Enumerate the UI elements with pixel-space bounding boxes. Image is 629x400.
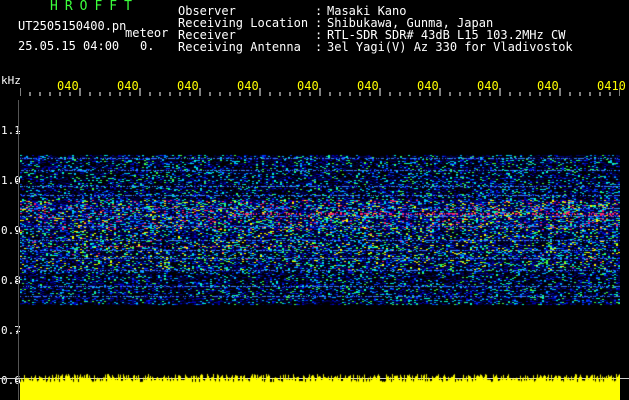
info-label-antenna: Receiving Antenna [178, 40, 301, 54]
spectrogram-waterfall[interactable] [20, 100, 620, 370]
power-canvas [20, 370, 620, 400]
readout-value: 0. [140, 39, 155, 53]
hrofft-window: HROFFT UT2505150400.pn meteor 25.05.15 0… [0, 0, 629, 400]
info-colon: : [315, 40, 323, 54]
app-brand: HROFFT [50, 0, 139, 14]
detection-tag: meteor [125, 26, 169, 40]
signal-power-strip [20, 370, 620, 400]
x-tick-marks [20, 88, 620, 96]
recording-datetime: 25.05.15 04:00 [18, 39, 120, 53]
y-axis-line [18, 100, 19, 400]
spectrogram-canvas [20, 100, 620, 370]
y-axis-unit: kHz [1, 74, 21, 87]
info-value-antenna: 3el Yagi(V) Az 330 for Vladivostok [327, 40, 573, 54]
file-name: UT2505150400.pn [18, 19, 127, 33]
